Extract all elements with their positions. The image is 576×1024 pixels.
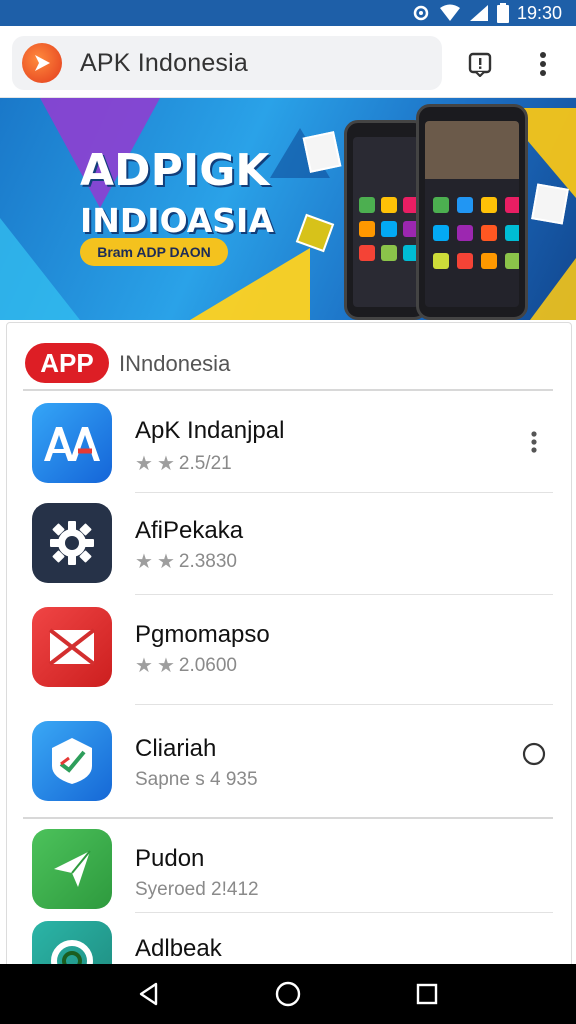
radio-button[interactable] <box>519 739 549 769</box>
decor-shape <box>0 218 80 320</box>
shield-app-icon <box>32 721 112 801</box>
back-icon[interactable] <box>129 974 169 1014</box>
sync-icon <box>411 3 431 23</box>
app-name: ApK Indanjpal <box>135 417 285 444</box>
rating-value: 2.5/21 <box>178 452 232 474</box>
phone-screen <box>353 137 419 307</box>
star-icon: ★ <box>156 655 175 677</box>
star-icon: ★ <box>156 551 175 573</box>
app-badge: APP <box>25 343 109 383</box>
app-rating: ★ ★ 2.5/21 <box>135 451 232 476</box>
app-logo-icon <box>22 43 62 83</box>
list-item[interactable]: Pudon Syeroed 2!412 <box>7 819 571 913</box>
app-name: Pudon <box>135 845 205 872</box>
app-name: Adlbeak <box>135 935 222 962</box>
more-options-icon[interactable] <box>525 46 561 82</box>
home-icon[interactable] <box>268 974 308 1014</box>
star-icon: ★ <box>135 655 153 677</box>
phone-photo <box>425 121 519 179</box>
more-options-icon[interactable] <box>519 427 549 457</box>
signal-icon <box>469 4 489 22</box>
status-bar: 19:30 <box>0 0 576 26</box>
list-item[interactable]: Cliariah Sapne s 4 935 <box>7 705 571 819</box>
phone-screen <box>425 121 519 307</box>
star-icon: ★ <box>135 551 153 573</box>
clock: 19:30 <box>516 2 562 23</box>
decor-shape <box>530 258 576 320</box>
app-bar: APK Indonesia <box>0 26 576 98</box>
star-icon: ★ <box>135 453 153 475</box>
mail-app-icon <box>32 607 112 687</box>
feedback-icon[interactable] <box>462 46 498 82</box>
list-heading: INndonesia <box>119 351 231 376</box>
rating-value: 2.3830 <box>178 550 237 572</box>
sticker-icon <box>295 213 335 253</box>
app-title: APK Indonesia <box>80 48 248 77</box>
app-rating: ★ ★ 2.0600 <box>135 653 237 678</box>
app-list-card: APP INndonesia ApK Indanjpal ★ ★ 2.5/21 … <box>6 322 572 972</box>
star-icon: ★ <box>156 453 175 475</box>
recents-icon[interactable] <box>407 974 447 1014</box>
phone-mockup-front <box>416 104 528 320</box>
banner-title: ADPIGK <box>80 145 270 196</box>
photo-sticker <box>302 131 342 173</box>
photo-sticker <box>531 183 569 225</box>
list-item[interactable]: ApK Indanjpal ★ ★ 2.5/21 <box>7 391 571 493</box>
banner-subtitle: INDIOASIA <box>80 201 274 240</box>
gear-app-icon <box>32 503 112 583</box>
list-item[interactable]: Pgmomapso ★ ★ 2.0600 <box>7 595 571 705</box>
app-name: Cliariah <box>135 735 217 762</box>
rating-value: 2.0600 <box>178 654 237 676</box>
list-header: APP INndonesia <box>7 323 571 391</box>
navigation-bar <box>0 964 576 1024</box>
banner-cta[interactable]: Bram ADP DAON <box>80 238 228 266</box>
app-meta: Sapne s 4 935 <box>135 769 258 790</box>
battery-icon <box>496 3 509 23</box>
aa-app-icon <box>32 403 112 483</box>
wifi-icon <box>439 4 461 22</box>
app-name: AfiPekaka <box>135 517 244 544</box>
search-bar[interactable]: APK Indonesia <box>12 36 442 90</box>
send-app-icon <box>32 829 112 909</box>
app-rating: ★ ★ 2.3830 <box>135 549 237 574</box>
promo-banner[interactable]: ADPIGK INDIOASIA Bram ADP DAON <box>0 98 576 320</box>
list-item[interactable]: AfiPekaka ★ ★ 2.3830 <box>7 493 571 595</box>
app-meta: Syeroed 2!412 <box>135 879 259 900</box>
app-name: Pgmomapso <box>135 621 270 648</box>
